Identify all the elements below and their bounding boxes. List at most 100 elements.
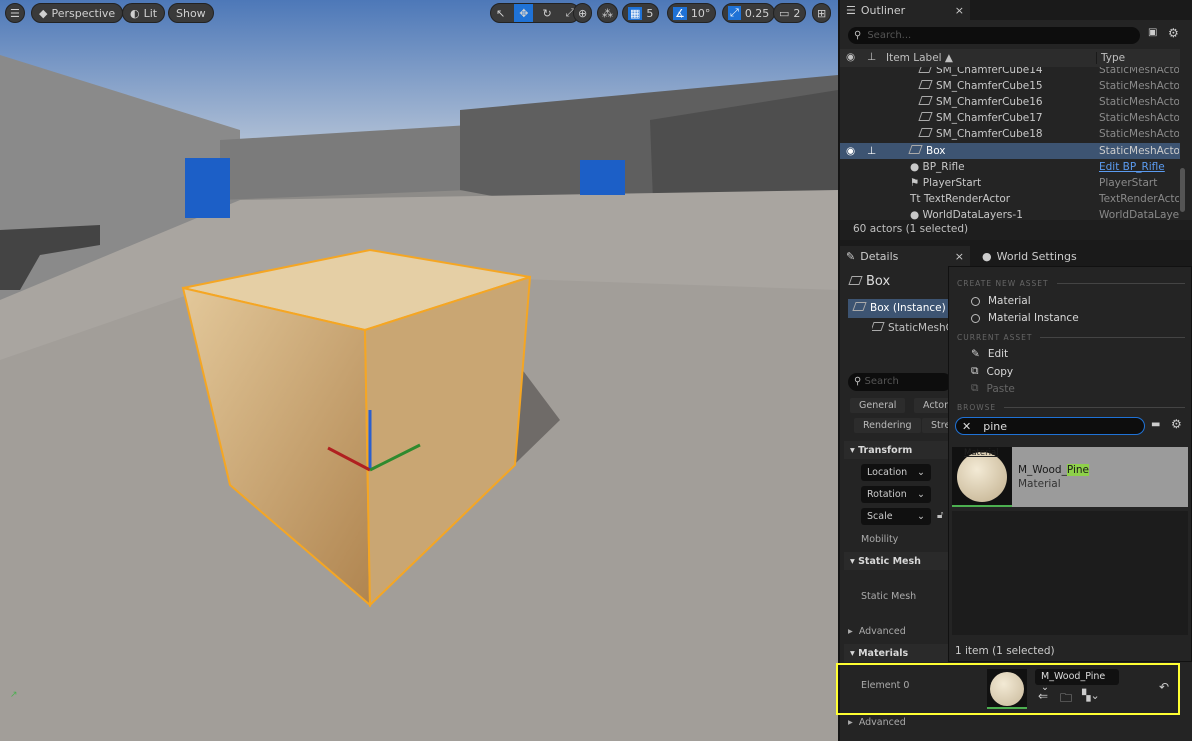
menu-item-material-instance[interactable]: Material Instance: [971, 312, 1079, 324]
menu-item-edit[interactable]: ✎ Edit: [971, 348, 1008, 360]
grid-snap-button[interactable]: ▦ 5: [622, 3, 660, 23]
material-thumbnail[interactable]: [987, 669, 1027, 709]
globe-icon: ●: [982, 249, 992, 263]
grid-icon: ▦: [628, 6, 643, 20]
world-local-button[interactable]: ⊕: [573, 3, 593, 23]
asset-thumbnail: Material: [952, 447, 1012, 507]
list-item-selected[interactable]: ◉ ⊥ Box StaticMeshActor: [840, 143, 1180, 159]
move-tool-icon[interactable]: ✥: [514, 4, 534, 22]
show-button[interactable]: Show: [168, 3, 214, 23]
browse-asset-icon[interactable]: 🗀︎: [1060, 689, 1072, 710]
menu-item-material[interactable]: Material: [971, 295, 1031, 307]
outliner-search-input[interactable]: ⚲ Search...: [848, 27, 1140, 44]
list-item[interactable]: SM_ChamferCube16 StaticMeshActor: [840, 94, 1180, 110]
element0-label: Element 0: [861, 680, 910, 691]
location-dropdown[interactable]: Location ⌄: [861, 464, 931, 481]
tab-world-settings[interactable]: ● World Settings: [976, 246, 1083, 266]
settings-icon[interactable]: ⚙: [1168, 26, 1179, 40]
details-search-input[interactable]: ⚲ Search: [848, 373, 952, 391]
camera-speed-button[interactable]: ▭ 2: [773, 3, 807, 23]
paste-icon: ⧉: [971, 382, 979, 394]
outliner-header: ◉ ⊥ Item Label ▲ Type: [840, 49, 1180, 67]
outliner-list: SM_ChamferCube14 StaticMeshActor SM_Chamf…: [840, 67, 1180, 220]
advanced-expander-materials[interactable]: ▸ Advanced: [848, 717, 906, 728]
actor-name: Box: [848, 274, 890, 289]
scale-snap-button[interactable]: ⤢ 0.25: [722, 3, 776, 23]
material-options-icon[interactable]: ▚⌄: [1082, 689, 1100, 702]
menu-item-paste: ⧉ Paste: [971, 382, 1015, 395]
globe-icon: ⊕: [578, 6, 588, 20]
pin-icon[interactable]: ⊥: [867, 51, 876, 63]
perspective-button[interactable]: ◆ Perspective: [31, 3, 124, 23]
search-icon: ⚲: [854, 30, 862, 41]
viewport-layout-button[interactable]: ⊞: [812, 3, 832, 23]
column-item-label[interactable]: Item Label ▲: [886, 52, 953, 64]
mobility-label: Mobility: [861, 534, 899, 545]
scene-render: [0, 0, 838, 741]
cube-icon: ◆: [39, 6, 48, 20]
snap-icon: ⁂: [602, 6, 613, 20]
advanced-expander[interactable]: ▸ Advanced: [848, 626, 906, 637]
pencil-icon: ✎: [846, 249, 856, 263]
material-icon: [971, 296, 980, 306]
visibility-icon[interactable]: ◉: [846, 51, 855, 63]
menu-item-copy[interactable]: ⧉ Copy: [971, 365, 1013, 378]
section-transform[interactable]: ▾ Transform: [844, 441, 948, 459]
use-selected-icon[interactable]: ⇐: [1038, 689, 1048, 703]
section-materials[interactable]: ▾ Materials: [844, 644, 948, 662]
lit-icon: ◐: [130, 6, 140, 20]
close-icon[interactable]: ×: [955, 250, 964, 263]
hamburger-icon: ☰: [10, 6, 20, 20]
material-select-dropdown[interactable]: M_Wood_Pine ⌄: [1035, 669, 1119, 693]
list-item[interactable]: SM_ChamferCube18 StaticMeshActor: [840, 126, 1180, 142]
folder-icon[interactable]: ▬: [1151, 419, 1160, 430]
current-header: CURRENT ASSET: [957, 333, 1185, 342]
section-static-mesh[interactable]: ▾ Static Mesh: [844, 552, 948, 570]
component-instance[interactable]: Box (Instance): [848, 299, 952, 318]
rotate-tool-icon[interactable]: ↻: [537, 7, 556, 20]
settings-icon[interactable]: ⚙: [1171, 417, 1182, 431]
rotation-dropdown[interactable]: Rotation ⌄: [861, 486, 931, 503]
close-icon[interactable]: ×: [955, 4, 964, 17]
surface-snap-button[interactable]: ⁂: [597, 3, 618, 23]
list-item[interactable]: Tt TextRenderActor TextRenderActor: [840, 191, 1180, 207]
column-type[interactable]: Type: [1096, 52, 1125, 64]
list-item[interactable]: SM_ChamferCube14 StaticMeshActor: [840, 67, 1180, 78]
lit-button[interactable]: ◐ Lit: [122, 3, 166, 23]
scale-snap-icon: ⤢: [728, 6, 741, 20]
clear-search-icon[interactable]: ✕: [962, 420, 971, 433]
axis-indicator-icon: ↗: [10, 690, 18, 700]
viewport-menu-button[interactable]: ☰: [5, 3, 25, 23]
static-mesh-label: Static Mesh: [861, 591, 917, 602]
level-viewport[interactable]: ☰ ◆ Perspective ◐ Lit Show ↖ ✥ ↻ ⤢ ⊕ ⁂ ▦ 5 …: [0, 0, 838, 741]
asset-picker-menu: CREATE NEW ASSET Material Material Insta…: [948, 266, 1192, 662]
reset-icon[interactable]: ↶: [1159, 680, 1169, 694]
list-item[interactable]: ● WorldDataLayers-1WorldDataLayers: [840, 207, 1180, 220]
outliner-scrollbar[interactable]: [1180, 168, 1185, 212]
component-static-mesh[interactable]: StaticMeshComponent: [872, 322, 948, 334]
asset-type: Material: [1018, 478, 1061, 490]
filter-rendering[interactable]: Rendering: [854, 418, 921, 433]
tab-outliner[interactable]: ☰ Outliner ×: [840, 0, 970, 20]
list-item[interactable]: ● BP_Rifle Edit BP_Rifle: [840, 159, 1180, 175]
create-header: CREATE NEW ASSET: [957, 279, 1185, 288]
lock-icon[interactable]: 🔓︎: [937, 510, 943, 521]
select-tool-icon[interactable]: ↖: [491, 7, 510, 20]
list-item[interactable]: SM_ChamferCube15 StaticMeshActor: [840, 78, 1180, 94]
transform-tools: ↖ ✥ ↻ ⤢: [490, 3, 581, 23]
angle-snap-button[interactable]: ∡ 10°: [667, 3, 717, 23]
list-item[interactable]: ⚑ PlayerStart PlayerStart: [840, 175, 1180, 191]
edit-blueprint-link: Edit BP_Rifle: [1099, 161, 1165, 173]
filter-general[interactable]: General: [850, 398, 906, 413]
asset-status: 1 item (1 selected): [955, 645, 1055, 657]
outliner-status: 60 actors (1 selected): [840, 220, 1192, 240]
angle-icon: ∡: [673, 6, 687, 20]
list-item[interactable]: SM_ChamferCube17 StaticMeshActor: [840, 110, 1180, 126]
search-icon: ⚲: [854, 376, 862, 387]
material-instance-icon: [971, 313, 980, 323]
asset-result-item[interactable]: Material M_Wood_Pine Material: [952, 447, 1188, 507]
add-folder-icon[interactable]: ▣: [1148, 27, 1157, 38]
asset-search-input[interactable]: ✕ pine: [955, 417, 1145, 435]
tab-details[interactable]: ✎ Details ×: [840, 246, 970, 266]
scale-dropdown[interactable]: Scale ⌄: [861, 508, 931, 525]
